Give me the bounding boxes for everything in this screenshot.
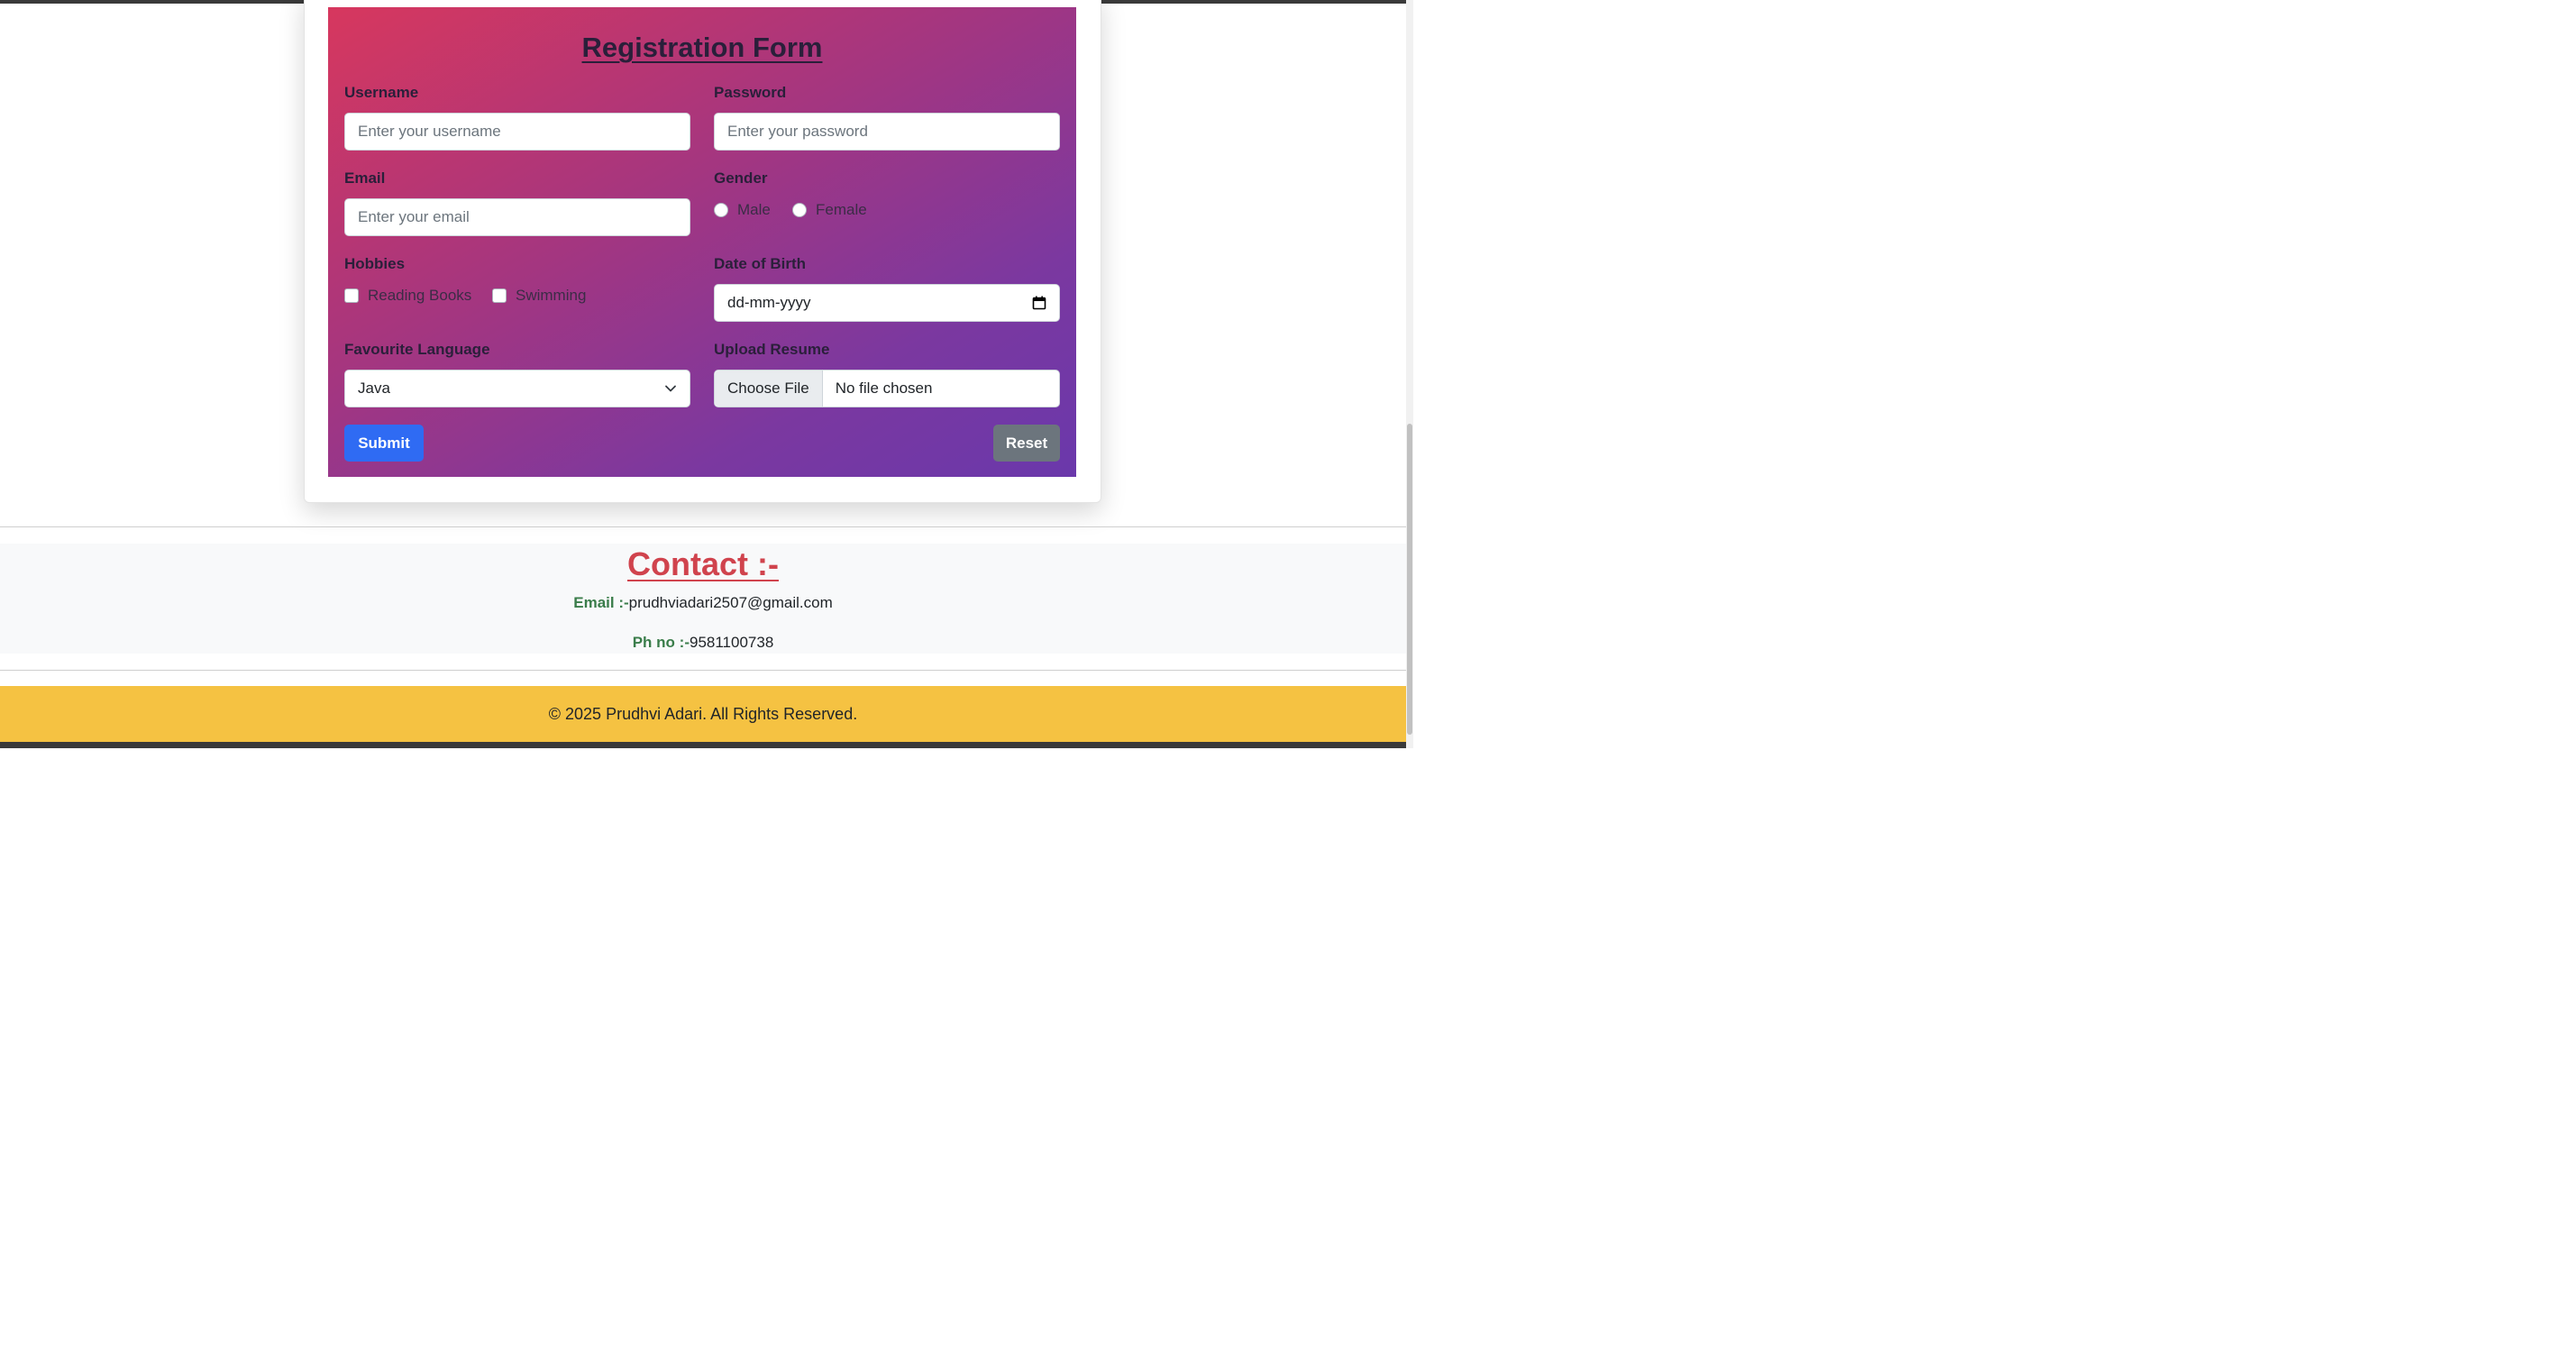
username-input[interactable] bbox=[344, 113, 690, 151]
password-label: Password bbox=[714, 84, 787, 101]
contact-title: Contact :- bbox=[627, 545, 779, 582]
hobby-reading-checkbox[interactable] bbox=[344, 288, 359, 303]
gender-female-option[interactable]: Female bbox=[792, 201, 867, 219]
gender-male-radio[interactable] bbox=[714, 203, 728, 217]
gender-male-label: Male bbox=[737, 201, 771, 218]
submit-button[interactable]: Submit bbox=[344, 425, 424, 462]
language-selected-value: Java bbox=[358, 380, 390, 397]
dob-label: Date of Birth bbox=[714, 255, 806, 272]
contact-email: Email :-prudhviadari2507@gmail.com bbox=[0, 594, 1406, 612]
contact-email-label: Email :- bbox=[573, 594, 629, 611]
contact-email-value: prudhviadari2507@gmail.com bbox=[628, 594, 833, 611]
gender-label: Gender bbox=[714, 169, 768, 187]
file-status-text: No file chosen bbox=[835, 380, 933, 397]
language-select[interactable]: Java bbox=[344, 370, 690, 407]
gender-female-radio[interactable] bbox=[792, 203, 807, 217]
hobby-swimming-label: Swimming bbox=[516, 287, 587, 304]
username-label: Username bbox=[344, 84, 419, 101]
contact-phone: Ph no :-9581100738 bbox=[0, 634, 1406, 652]
registration-form: Registration Form Username Password Emai… bbox=[328, 7, 1076, 477]
password-input[interactable] bbox=[714, 113, 1060, 151]
gender-male-option[interactable]: Male bbox=[714, 201, 771, 219]
hobby-reading-label: Reading Books bbox=[368, 287, 472, 304]
email-label: Email bbox=[344, 169, 386, 187]
hobby-swimming-checkbox[interactable] bbox=[492, 288, 507, 303]
footer: © 2025 Prudhvi Adari. All Rights Reserve… bbox=[0, 686, 1406, 742]
calendar-icon[interactable] bbox=[1032, 296, 1046, 310]
dob-input[interactable]: dd-mm-yyyy bbox=[714, 284, 1060, 322]
dob-placeholder: dd-mm-yyyy bbox=[727, 294, 811, 311]
form-title: Registration Form bbox=[581, 32, 823, 63]
email-input[interactable] bbox=[344, 198, 690, 236]
contact-phone-label: Ph no :- bbox=[632, 634, 690, 651]
hobby-swimming-option[interactable]: Swimming bbox=[492, 287, 586, 305]
resume-file-input[interactable]: Choose File No file chosen bbox=[714, 370, 1060, 407]
divider bbox=[0, 670, 1406, 671]
resume-label: Upload Resume bbox=[714, 341, 830, 358]
reset-button[interactable]: Reset bbox=[993, 425, 1060, 462]
hobby-reading-option[interactable]: Reading Books bbox=[344, 287, 471, 305]
scrollbar-thumb[interactable] bbox=[1407, 424, 1412, 735]
divider bbox=[0, 526, 1406, 527]
contact-phone-value: 9581100738 bbox=[689, 634, 774, 651]
language-label: Favourite Language bbox=[344, 341, 490, 358]
hobbies-label: Hobbies bbox=[344, 255, 406, 272]
contact-section: Contact :- Email :-prudhviadari2507@gmai… bbox=[0, 544, 1406, 654]
choose-file-button[interactable]: Choose File bbox=[715, 370, 823, 407]
gender-female-label: Female bbox=[816, 201, 867, 218]
browser-bottom-edge bbox=[0, 742, 1413, 748]
copyright-text: © 2025 Prudhvi Adari. All Rights Reserve… bbox=[548, 704, 858, 723]
chevron-down-icon bbox=[664, 382, 677, 395]
